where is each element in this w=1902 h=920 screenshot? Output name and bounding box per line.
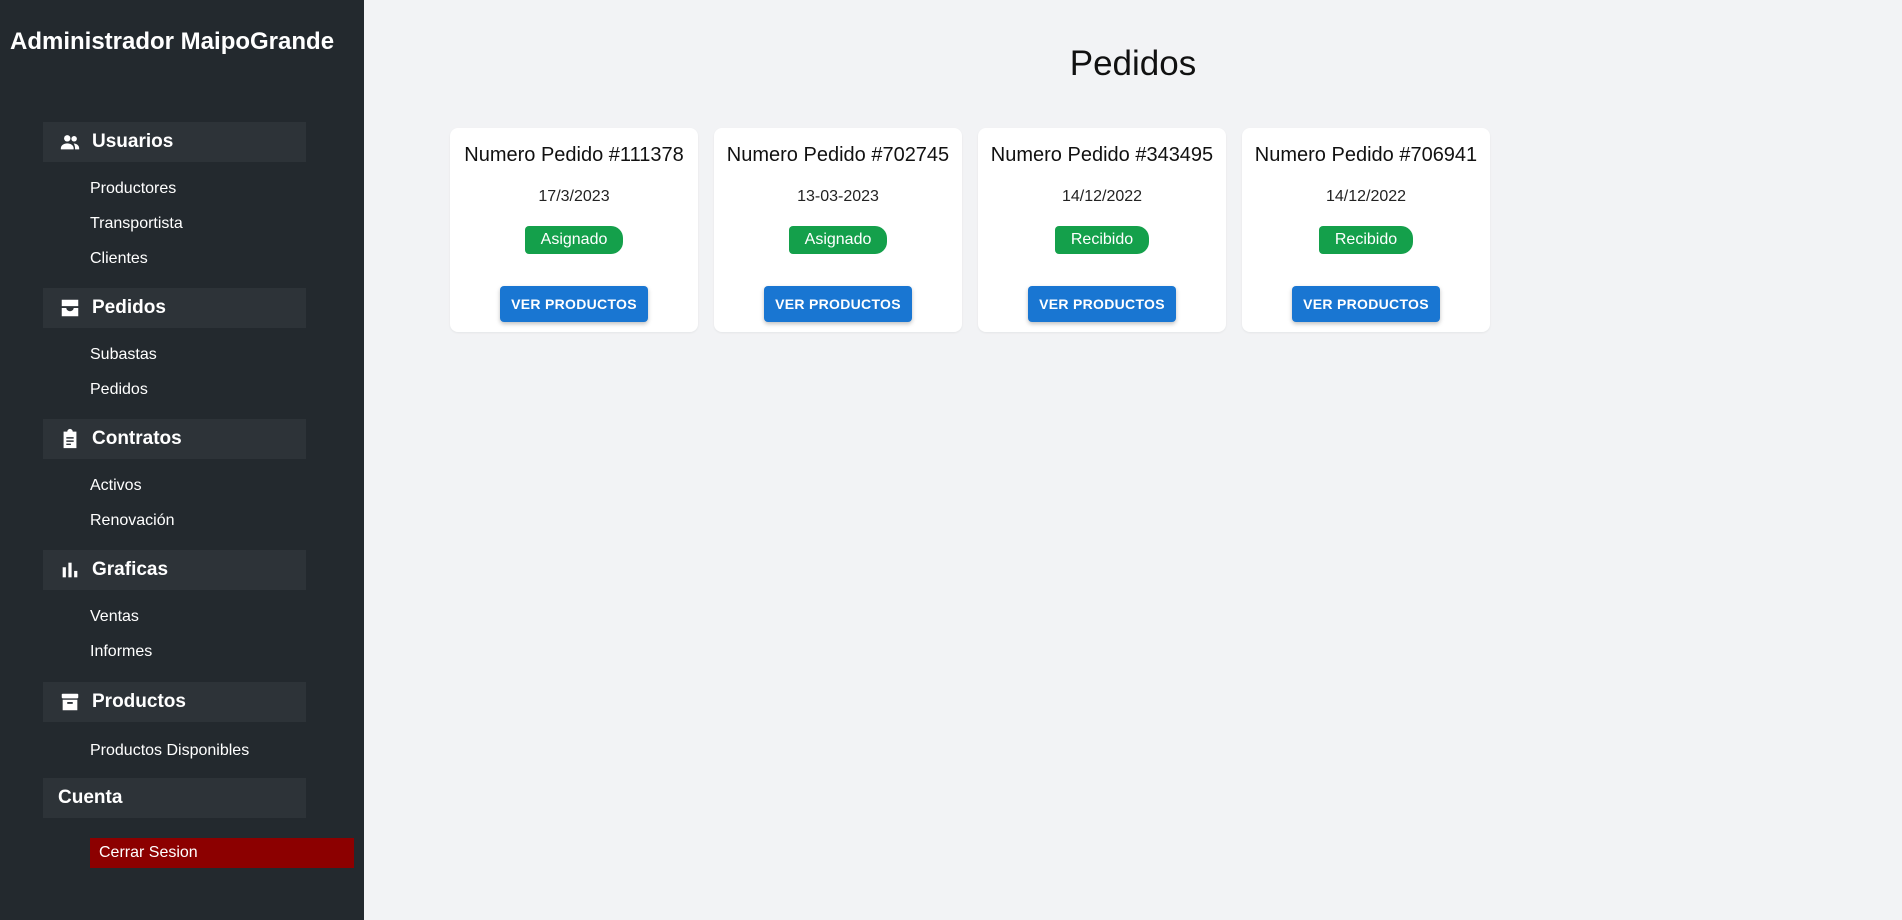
sidebar-item-activos[interactable]: Activos [90,477,142,495]
sidebar-item-clientes[interactable]: Clientes [90,250,148,268]
main-content: Pedidos Numero Pedido #111378 17/3/2023 … [364,0,1902,920]
app-title: Administrador MaipoGrande [10,28,335,55]
sidebar-item-transportista[interactable]: Transportista [90,215,183,233]
order-date: 14/12/2022 [1061,188,1143,205]
order-date: 13-03-2023 [797,188,879,205]
view-products-button[interactable]: VER PRODUCTOS [500,286,648,322]
sidebar: Administrador MaipoGrande Usuarios Produ… [0,0,364,920]
status-badge: Recibido [1318,226,1414,254]
sidebar-item-renovacion[interactable]: Renovación [90,512,175,530]
inbox-icon [58,296,82,320]
sidebar-section-label: Pedidos [92,297,166,318]
bar-chart-icon [58,558,82,582]
view-products-button[interactable]: VER PRODUCTOS [1028,286,1176,322]
view-products-button[interactable]: VER PRODUCTOS [1292,286,1440,322]
order-card: Numero Pedido #111378 17/3/2023 Asignado… [450,128,698,332]
order-card: Numero Pedido #343495 14/12/2022 Recibid… [978,128,1226,332]
users-icon [58,130,82,154]
sidebar-item-productores[interactable]: Productores [90,180,176,198]
sidebar-section-label: Productos [92,691,186,712]
order-date: 14/12/2022 [1325,188,1407,205]
sidebar-section-label: Usuarios [92,131,174,152]
clipboard-icon [58,427,82,451]
sidebar-item-subastas[interactable]: Subastas [90,346,157,364]
sidebar-section-contratos[interactable]: Contratos [43,419,306,459]
sidebar-section-cuenta[interactable]: Cuenta [43,778,306,818]
archive-icon [58,690,82,714]
order-card: Numero Pedido #702745 13-03-2023 Asignad… [714,128,962,332]
page-title: Pedidos [1069,44,1197,83]
sidebar-item-pedidos[interactable]: Pedidos [90,381,148,399]
sidebar-section-label: Graficas [92,559,169,580]
order-card: Numero Pedido #706941 14/12/2022 Recibid… [1242,128,1490,332]
logout-button[interactable]: Cerrar Sesion [90,838,354,868]
view-products-button[interactable]: VER PRODUCTOS [764,286,912,322]
sidebar-section-pedidos[interactable]: Pedidos [43,288,306,328]
sidebar-section-usuarios[interactable]: Usuarios [43,122,306,162]
order-date: 17/3/2023 [538,188,610,205]
sidebar-item-ventas[interactable]: Ventas [90,608,139,626]
order-title: Numero Pedido #702745 [726,144,950,166]
order-title: Numero Pedido #111378 [464,144,684,166]
sidebar-item-productos-disponibles[interactable]: Productos Disponibles [90,742,249,760]
sidebar-section-label: Cuenta [58,787,123,808]
sidebar-section-label: Contratos [92,428,182,449]
sidebar-item-informes[interactable]: Informes [90,643,152,661]
sidebar-section-productos[interactable]: Productos [43,682,306,722]
order-title: Numero Pedido #706941 [1254,144,1478,166]
order-title: Numero Pedido #343495 [990,144,1214,166]
sidebar-section-graficas[interactable]: Graficas [43,550,306,590]
status-badge: Recibido [1054,226,1150,254]
status-badge: Asignado [524,226,624,254]
status-badge: Asignado [788,226,888,254]
